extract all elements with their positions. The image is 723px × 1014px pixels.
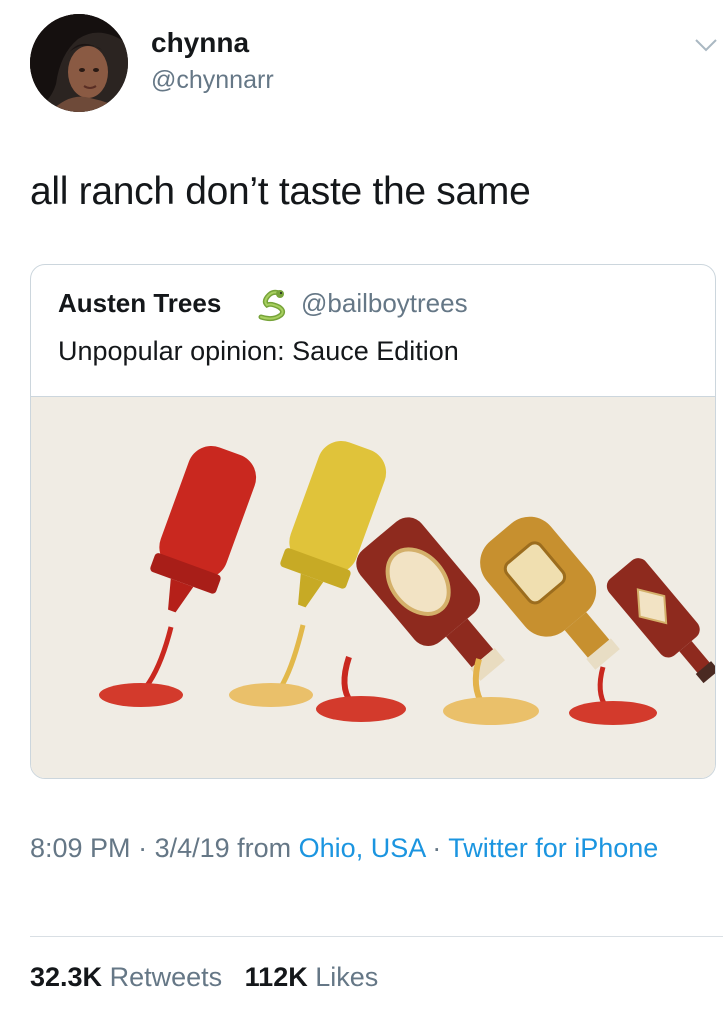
tweet-text: all ranch don’t taste the same [30,170,531,213]
from-label: from [229,833,299,863]
avatar[interactable] [30,14,128,112]
sauce-bottles-illustration [31,397,715,778]
quoted-author-handle: @bailboytrees [301,288,468,318]
retweets-count: 32.3K [30,962,103,992]
tweet-stats: 32.3K Retweets 112K Likes [30,962,378,993]
snake-emoji-icon [258,289,286,322]
retweets-label: Retweets [109,962,223,992]
author-handle[interactable]: @chynnarr [151,66,274,95]
tweet-date: 3/4/19 [154,833,230,863]
retweets-stat[interactable]: 32.3K Retweets [30,962,222,992]
quoted-tweet-image[interactable] [31,396,715,778]
quoted-tweet-text: Unpopular opinion: Sauce Edition [58,336,459,366]
divider [30,936,723,937]
author-display-name[interactable]: chynna [151,27,249,59]
likes-stat[interactable]: 112K Likes [245,962,379,992]
quoted-tweet-card[interactable]: Austen Trees @bailboytrees Unpopular opi… [30,264,716,779]
meta-separator: · [130,833,155,863]
meta-separator: · [424,833,449,863]
chevron-down-icon[interactable] [694,36,718,54]
tweet-time: 8:09 PM [30,833,131,863]
tweet-meta: 8:09 PM · 3/4/19 from Ohio, USA · Twitte… [30,828,690,868]
likes-count: 112K [244,962,308,992]
avatar-image [30,14,128,112]
source-link[interactable]: Twitter for iPhone [448,833,658,863]
quoted-author-name: Austen Trees [58,288,222,318]
location-link[interactable]: Ohio, USA [299,833,425,863]
likes-label: Likes [315,962,379,992]
